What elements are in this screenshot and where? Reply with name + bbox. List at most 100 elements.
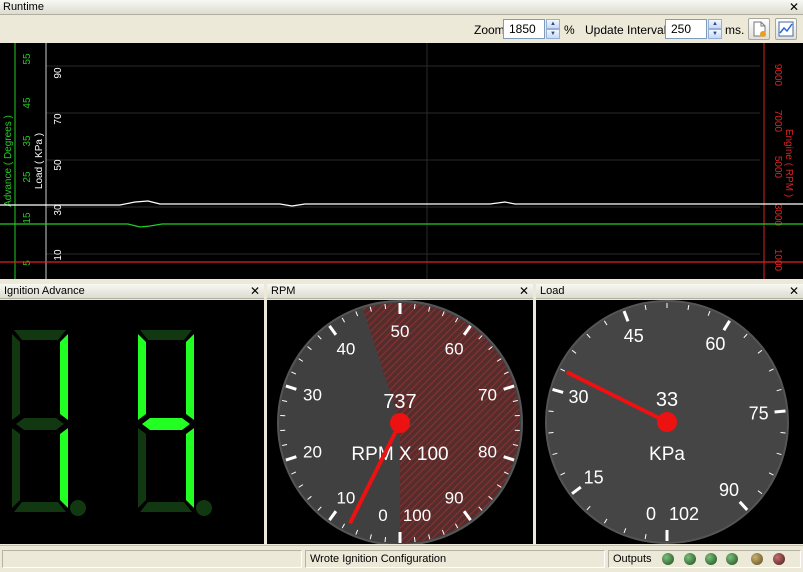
load-tick: 50 (53, 159, 64, 171)
runtime-chart-svg: Advance ( Degrees ) Load ( KPa ) Engine … (0, 43, 803, 279)
load-axis-label: Load ( KPa ) (34, 133, 45, 189)
status-bar: Wrote Ignition Configuration Outputs (0, 545, 803, 572)
load-tick-label: 15 (584, 467, 604, 487)
rpm-ticks: 9000 7000 5000 3000 1000 (772, 64, 783, 272)
rpm-needle-hub (390, 413, 410, 433)
seg-g (16, 418, 64, 430)
seg-a (14, 330, 66, 340)
digit-1 (12, 330, 86, 516)
load-title: Load (540, 285, 565, 297)
rpm-close-icon[interactable]: ✕ (519, 285, 529, 298)
zoom-unit: % (564, 23, 575, 37)
seg-d (140, 502, 192, 512)
interval-label: Update Interval (585, 23, 667, 37)
seven-segment-display (12, 330, 212, 516)
status-message: Wrote Ignition Configuration (305, 550, 605, 568)
document-icon (753, 21, 766, 37)
zoom-spinner[interactable]: ▲ ▼ (546, 19, 560, 39)
seg-e (12, 428, 20, 508)
status-segment-empty (2, 550, 302, 568)
rpm-tick-label: 90 (445, 488, 464, 507)
runtime-chart: Advance ( Degrees ) Load ( KPa ) Engine … (0, 43, 803, 279)
output-led-1 (662, 553, 674, 565)
rpm-tick-label: 100 (403, 506, 431, 525)
minor-tick (384, 537, 387, 543)
load-close-icon[interactable]: ✕ (789, 285, 799, 298)
ignition-close-icon[interactable]: ✕ (250, 285, 260, 298)
rpm-tick: 3000 (772, 204, 783, 227)
runtime-title: Runtime (3, 1, 44, 13)
rpm-tick-label: 30 (303, 386, 322, 405)
major-tick (774, 409, 786, 414)
load-titlebar: Load ✕ (536, 284, 803, 299)
load-value: 33 (656, 389, 678, 411)
chart-icon (778, 21, 794, 37)
load-tick-label: 45 (624, 326, 644, 346)
chart-grid (46, 43, 760, 279)
ignition-titlebar: Ignition Advance ✕ (0, 284, 264, 299)
load-tick-label: 102 (669, 504, 699, 524)
chart-settings-button[interactable] (775, 18, 797, 40)
seg-b (60, 334, 68, 420)
decimal-point (70, 500, 86, 516)
rpm-tick-label: 50 (391, 322, 410, 341)
load-tick-label: 75 (749, 404, 769, 424)
advance-ticks: 55 45 35 25 15 5 (22, 53, 33, 266)
minor-tick (384, 303, 387, 309)
advance-tick: 35 (22, 135, 33, 147)
rpm-value: 737 (383, 391, 416, 413)
ignition-title: Ignition Advance (4, 285, 85, 297)
rpm-gauge-panel: 0 10 20 30 40 50 60 70 80 90 100 737 RPM… (267, 300, 533, 546)
output-led-2 (684, 553, 696, 565)
advance-tick: 15 (22, 212, 33, 224)
load-tick: 90 (53, 67, 64, 79)
interval-input[interactable]: 250 (665, 19, 707, 39)
seg-f (12, 334, 20, 420)
load-gauge-panel: 0 15 30 45 60 75 90 102 33 KPa (536, 300, 803, 544)
zoom-up-icon[interactable]: ▲ (546, 19, 560, 29)
advance-tick: 5 (22, 260, 33, 266)
output-led-6 (773, 553, 785, 565)
zoom-down-icon[interactable]: ▼ (546, 29, 560, 39)
load-tick: 30 (53, 204, 64, 216)
rpm-tick: 1000 (772, 249, 783, 272)
minor-tick (413, 303, 416, 309)
output-led-3 (705, 553, 717, 565)
runtime-titlebar: Runtime ✕ (0, 0, 803, 15)
interval-spinner[interactable]: ▲ ▼ (708, 19, 722, 39)
seg-c (186, 428, 194, 508)
digit-2 (138, 330, 212, 516)
interval-down-icon[interactable]: ▼ (708, 29, 722, 39)
outputs-label: Outputs (613, 553, 652, 565)
zoom-label: Zoom (474, 23, 505, 37)
rpm-titlebar: RPM ✕ (267, 284, 533, 299)
load-needle-hub (657, 412, 677, 432)
output-led-5 (751, 553, 763, 565)
rpm-tick-label: 70 (478, 386, 497, 405)
interval-unit: ms. (725, 23, 745, 37)
load-tick-label: 30 (568, 387, 588, 407)
ignition-display (0, 300, 264, 544)
rpm-tick: 9000 (772, 64, 783, 87)
rpm-tick-label: 0 (378, 506, 387, 525)
rpm-gauge: 0 10 20 30 40 50 60 70 80 90 100 737 RPM… (277, 300, 523, 546)
rpm-tick: 7000 (772, 110, 783, 133)
load-trace (0, 200, 803, 207)
interval-up-icon[interactable]: ▲ (708, 19, 722, 29)
export-button[interactable] (748, 18, 770, 40)
zoom-input[interactable]: 1850 (503, 19, 545, 39)
advance-axis-label: Advance ( Degrees ) (3, 115, 14, 207)
seg-f (138, 334, 146, 420)
seg-a (140, 330, 192, 340)
seg-e (138, 428, 146, 508)
seg-d (14, 502, 66, 512)
load-tick-label: 0 (646, 504, 656, 524)
advance-tick: 55 (22, 53, 33, 65)
load-tick-label: 60 (705, 334, 725, 354)
runtime-close-icon[interactable]: ✕ (789, 1, 799, 14)
rpm-tick-label: 10 (336, 488, 355, 507)
load-tick: 10 (53, 249, 64, 261)
minor-tick (413, 537, 416, 543)
rpm-tick-label: 60 (445, 340, 464, 359)
advance-tick: 25 (22, 171, 33, 183)
